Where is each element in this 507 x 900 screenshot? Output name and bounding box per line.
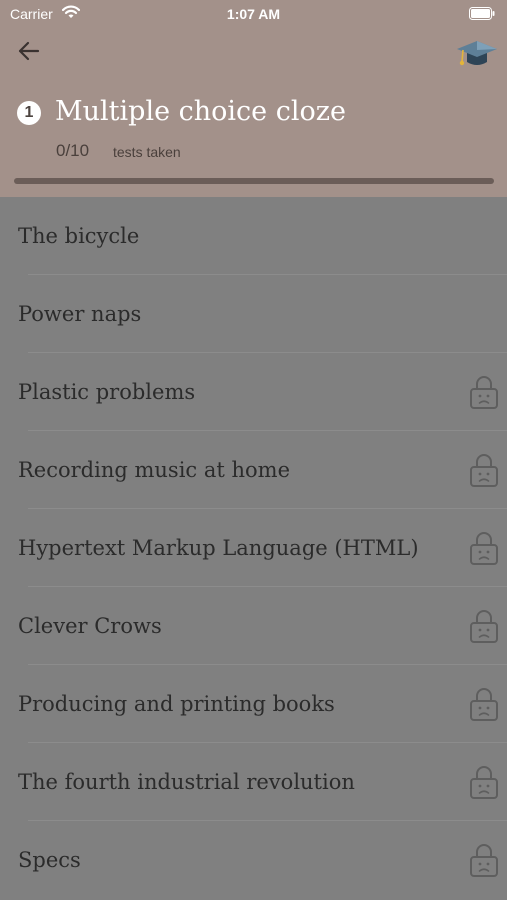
list-item-label: Hypertext Markup Language (HTML) <box>18 536 419 560</box>
list-item-label: The bicycle <box>18 224 140 248</box>
list-item[interactable]: The fourth industrial revolution <box>0 743 507 821</box>
lock-icon <box>470 688 498 721</box>
list-item[interactable]: Producing and printing books <box>0 665 507 743</box>
progress-count: 0/10 <box>56 141 90 160</box>
status-bar: Carrier 1:07 AM <box>0 0 507 28</box>
list-item-label: Recording music at home <box>18 458 290 482</box>
arrow-left-icon <box>18 41 40 61</box>
test-list: The bicycle Power naps Plastic problems … <box>0 197 507 899</box>
back-button[interactable] <box>14 36 44 66</box>
progress-bar <box>14 178 494 184</box>
list-item-label: Producing and printing books <box>18 692 335 716</box>
list-item[interactable]: Clever Crows <box>0 587 507 665</box>
header: Carrier 1:07 AM 1 Multiple choice cloze … <box>0 0 507 197</box>
lock-icon <box>470 610 498 643</box>
list-item[interactable]: Power naps <box>0 275 507 353</box>
page-title: Multiple choice cloze <box>55 96 346 127</box>
list-item-label: Specs <box>18 848 81 872</box>
level-badge: 1 <box>17 101 41 125</box>
lock-icon <box>470 532 498 565</box>
lock-icon <box>470 844 498 877</box>
list-item-label: Plastic problems <box>18 380 196 404</box>
list-item-label: The fourth industrial revolution <box>18 770 355 794</box>
list-item[interactable]: Recording music at home <box>0 431 507 509</box>
list-item[interactable]: Specs <box>0 821 507 899</box>
list-item[interactable]: Hypertext Markup Language (HTML) <box>0 509 507 587</box>
lock-icon <box>470 376 498 409</box>
list-item[interactable]: The bicycle <box>0 197 507 275</box>
graduation-cap-icon[interactable] <box>455 38 499 72</box>
list-item[interactable]: Plastic problems <box>0 353 507 431</box>
list-item-label: Power naps <box>18 302 142 326</box>
lock-icon <box>470 454 498 487</box>
battery-icon <box>469 7 495 20</box>
list-item-label: Clever Crows <box>18 614 162 638</box>
clock: 1:07 AM <box>226 6 281 22</box>
progress-label: tests taken <box>113 144 181 160</box>
lock-icon <box>470 766 498 799</box>
